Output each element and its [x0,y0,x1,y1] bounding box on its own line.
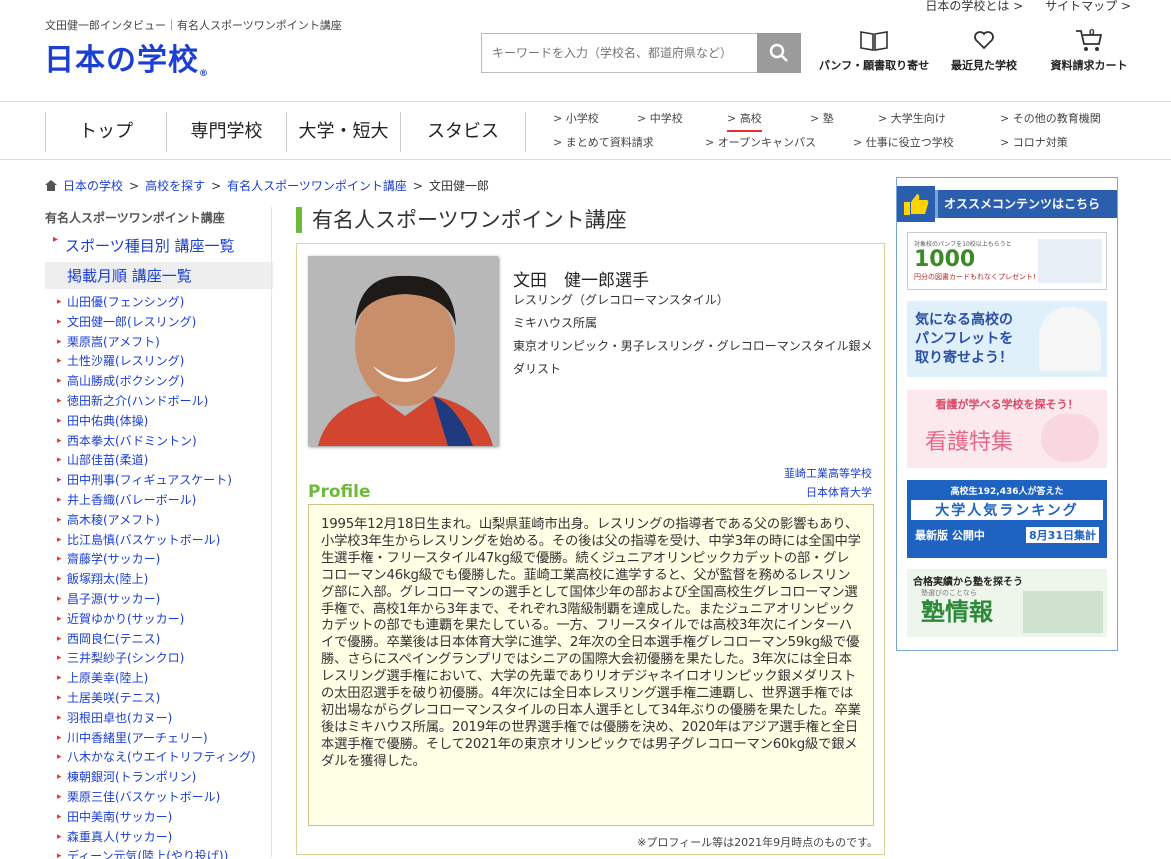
tagline: 文田健一郎インタビュー｜有名人スポーツワンポイント講座 [45,19,342,32]
recommend-title: オススメコンテンツはこちら [935,190,1117,218]
heart-icon [974,31,994,50]
search-input[interactable] [481,33,757,73]
sidebar-list-item[interactable]: 比江島慎(バスケットボール) [45,531,273,551]
sidebar-heading: 有名人スポーツワンポイント講座 [45,211,225,225]
school-link-high[interactable]: 韮崎工業高等学校 [784,465,872,481]
breadcrumb-high-school[interactable]: 高校を探す [145,177,205,194]
nav-cram[interactable]: > 塾 [810,110,834,126]
svg-text:0: 0 [1089,28,1095,37]
banner-tosho-card[interactable]: 対象校のパンフを10校以上もらうと 1000 円分の図書カードもれなくプレゼント… [907,232,1107,290]
sidebar-list-item[interactable]: 栗原三佳(バスケットボール) [45,788,273,808]
sidebar-list-item[interactable]: 飯塚翔太(陸上) [45,570,273,590]
banner-juku[interactable]: 合格実績から塾を探そう 塾選びのことなら 塾情報 [907,569,1107,637]
banner-nursing[interactable]: 看護が学べる学校を探そう！ 看護特集 [907,390,1107,468]
banner-pamphlet[interactable]: 気になる高校の パンフレットを 取り寄せよう！ [907,301,1107,377]
search-icon [769,43,788,62]
home-icon [45,180,57,191]
search-button[interactable] [757,33,801,73]
nav-college-students[interactable]: > 大学生向け [878,110,946,126]
breadcrumb-home[interactable]: 日本の学校 [63,177,123,194]
top-links: 日本の学校とは > サイトマップ > [907,0,1131,14]
site-logo[interactable]: 日本の学校® [44,35,209,79]
nav-top[interactable]: トップ [45,112,166,152]
nav-open-campus[interactable]: > オープンキャンパス [705,134,816,150]
sidebar-list-item[interactable]: 文田健一郎(レスリング) [45,313,273,333]
sidebar-list-item[interactable]: 井上香織(バレーボール) [45,491,273,511]
nav-elementary[interactable]: > 小学校 [553,110,599,126]
profile-text: 1995年12月18日生まれ。山梨県韮崎市出身。レスリングの指導者である父の影響… [308,504,874,826]
sidebar-list-item[interactable]: 田中佑典(体操) [45,412,273,432]
sidebar-list-item[interactable]: 山部佳苗(柔道) [45,451,273,471]
recommend-box: オススメコンテンツはこちら 対象校のパンフを10校以上もらうと 1000 円分の… [896,177,1118,651]
sidebar-list-item[interactable]: 羽根田卓也(カヌー) [45,709,273,729]
nav-bulk-request[interactable]: > まとめて資料請求 [553,134,654,150]
sidebar-list-item[interactable]: 田中美南(サッカー) [45,808,273,828]
nav-vocational[interactable]: 専門学校 [166,112,286,152]
nav-corona[interactable]: > コロナ対策 [1000,134,1068,150]
sidebar-list-item[interactable]: 齋藤学(サッカー) [45,550,273,570]
breadcrumb-sports-course[interactable]: 有名人スポーツワンポイント講座 [227,177,407,194]
profile-label: Profile [308,482,371,502]
sidebar-list-item[interactable]: 上原美幸(陸上) [45,669,273,689]
sidebar-list-item[interactable]: 高山勝成(ボクシング) [45,372,273,392]
cart-icon: 0 [1076,28,1103,51]
sidebar-list-item[interactable]: 栗原嵩(アメフト) [45,333,273,353]
sidebar-list-item[interactable]: 徳田新之介(ハンドボール) [45,392,273,412]
pamphlet-link[interactable]: パンフ・願書取り寄せ [816,27,932,73]
athlete-achievement: 東京オリンピック・男子レスリング・グレコローマンスタイル銀メダリスト [513,339,873,376]
profile-note: ※プロフィール等は2021年9月時点のものです。 [637,836,878,849]
sidebar-list-item[interactable]: 山田優(フェンシング) [45,293,273,313]
search-bar [481,33,801,73]
sidebar-list-item[interactable]: 高木稜(アメフト) [45,511,273,531]
breadcrumb-current: 文田健一郎 [428,179,489,193]
sidebar-list-item[interactable]: 三井梨紗子(シンクロ) [45,649,273,669]
profile-card: 文田 健一郎選手 レスリング（グレコローマンスタイル） ミキハウス所属 東京オリ… [296,243,885,855]
sidebar-list-item[interactable]: 西本拳太(バドミントン) [45,432,273,452]
sidebar-list-item[interactable]: ディーン元気(陸上(やり投げ)) [45,847,273,859]
nav-university[interactable]: 大学・短大 [286,112,400,152]
sidebar-list-item[interactable]: 田中刑事(フィギュアスケート) [45,471,273,491]
sidebar-list-item[interactable]: 八木かなえ(ウエイトリフティング) [45,748,273,768]
sidebar-list: 山田優(フェンシング)文田健一郎(レスリング)栗原嵩(アメフト)土性沙羅(レスリ… [45,293,273,859]
page-title: 有名人スポーツワンポイント講座 [296,207,627,233]
sidebar-list-item[interactable]: 土性沙羅(レスリング) [45,352,273,372]
athlete-photo [308,256,498,446]
sidebar-link-by-month[interactable]: 掲載月順 講座一覧 [45,262,273,289]
athlete-name: 文田 健一郎選手 [513,271,649,291]
breadcrumb: 日本の学校 > 高校を探す > 有名人スポーツワンポイント講座 > 文田健一郎 [45,177,489,194]
thumbs-up-icon [897,186,935,222]
nav-stabis[interactable]: スタビス [400,112,526,152]
sidebar-list-item[interactable]: 棟朝銀河(トランポリン) [45,768,273,788]
sidebar-list-item[interactable]: 森重真人(サッカー) [45,828,273,848]
sidebar-list-item[interactable]: 西岡良仁(テニス) [45,630,273,650]
sidebar-list-item[interactable]: 川中香緒里(アーチェリー) [45,729,273,749]
global-nav: トップ 専門学校 大学・短大 スタビス > 小学校 > 中学校 > 高校 > 塾… [0,101,1171,160]
recent-schools-link[interactable]: 最近見た学校 [944,27,1024,73]
nav-career-school[interactable]: > 仕事に役立つ学校 [853,134,954,150]
link-sitemap[interactable]: サイトマップ > [1045,0,1131,13]
athlete-affiliation: ミキハウス所属 [513,316,598,330]
sidebar-link-by-sport[interactable]: スポーツ種目別 講座一覧 [45,232,273,259]
nav-junior-high[interactable]: > 中学校 [637,110,683,126]
athlete-sport: レスリング（グレコローマンスタイル） [513,293,729,307]
cart-link[interactable]: 0 資料請求カート [1044,27,1134,73]
nav-other[interactable]: > その他の教育機関 [1000,110,1101,126]
school-link-university[interactable]: 日本体育大学 [806,484,872,500]
divider [271,207,272,857]
banner-ranking[interactable]: 高校生192,436人が答えた 大学人気ランキング 最新版 公開中 8月31日集… [907,480,1107,558]
link-about[interactable]: 日本の学校とは > [925,0,1023,13]
sidebar-list-item[interactable]: 昌子源(サッカー) [45,590,273,610]
sidebar-list-item[interactable]: 近賀ゆかり(サッカー) [45,610,273,630]
sidebar-list-item[interactable]: 土居美咲(テニス) [45,689,273,709]
nav-high-school[interactable]: > 高校 [727,110,762,132]
recommend-header: オススメコンテンツはこちら [897,186,1117,222]
sidebar: 有名人スポーツワンポイント講座 スポーツ種目別 講座一覧 掲載月順 講座一覧 山… [45,207,273,859]
book-icon [860,31,888,51]
